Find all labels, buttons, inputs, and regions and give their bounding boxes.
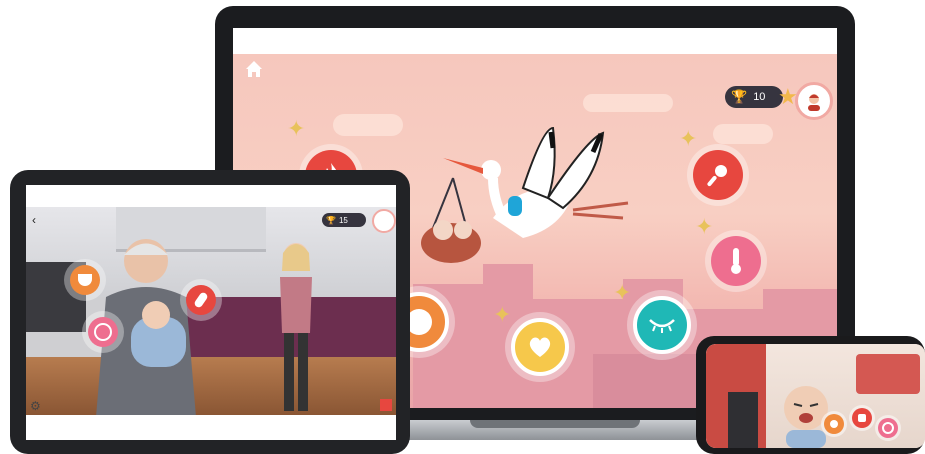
home-icon[interactable] [243, 58, 265, 80]
bottle-icon [193, 291, 209, 309]
score-counter: 🏆 15 [322, 213, 366, 227]
hand-bubble[interactable] [852, 408, 872, 428]
sparkle-icon: ✦ [493, 302, 512, 327]
trophy-icon: 🏆 [326, 215, 336, 225]
rattle-icon [707, 165, 727, 187]
cloud [333, 114, 403, 136]
sleep-bubble[interactable] [633, 296, 691, 354]
avatar[interactable] [372, 209, 396, 233]
rattle-bubble[interactable] [693, 150, 743, 200]
food-icon [94, 323, 112, 341]
sparkle-icon: ✦ [679, 126, 698, 151]
phone-screen [706, 344, 925, 448]
score-value: 15 [338, 215, 348, 225]
heart-icon [529, 337, 551, 357]
laptop-hinge [470, 420, 640, 428]
trophy-icon: 🏆 [731, 89, 748, 104]
toy-icon [830, 420, 838, 428]
thermometer-icon [731, 248, 741, 274]
diaper-bubble[interactable] [70, 265, 100, 295]
sparkle-icon: ✦ [613, 280, 632, 305]
gear-icon[interactable]: ⚙ [30, 399, 41, 413]
stork-character [413, 118, 643, 278]
diaper-icon [78, 274, 92, 286]
mother-character [266, 237, 326, 415]
cloud [713, 124, 773, 144]
hand-icon [858, 414, 866, 422]
stove [728, 392, 758, 448]
tablet-screen: ‹ 🏆 15 ⚙ [26, 185, 396, 440]
back-arrow-icon[interactable]: ‹ [32, 213, 36, 227]
fireplace [856, 354, 920, 394]
exit-button[interactable] [380, 399, 392, 411]
love-bubble[interactable] [511, 318, 569, 376]
food-bubble[interactable] [878, 418, 898, 438]
cloud [583, 94, 673, 112]
sparkle-icon: ✦ [287, 116, 306, 141]
eye-closed-icon [649, 319, 675, 333]
thermometer-bubble[interactable] [711, 236, 761, 286]
score-value: 10 [753, 91, 766, 103]
score-counter: 🏆 10 [725, 86, 783, 108]
tablet-game-view: ‹ 🏆 15 ⚙ [26, 207, 396, 415]
food-bubble[interactable] [88, 317, 118, 347]
food-icon [882, 422, 894, 434]
bottle-bubble[interactable] [186, 285, 216, 315]
sparkle-icon: ✦ [695, 214, 714, 239]
toy-bubble[interactable] [824, 414, 844, 434]
avatar[interactable] [795, 82, 833, 120]
